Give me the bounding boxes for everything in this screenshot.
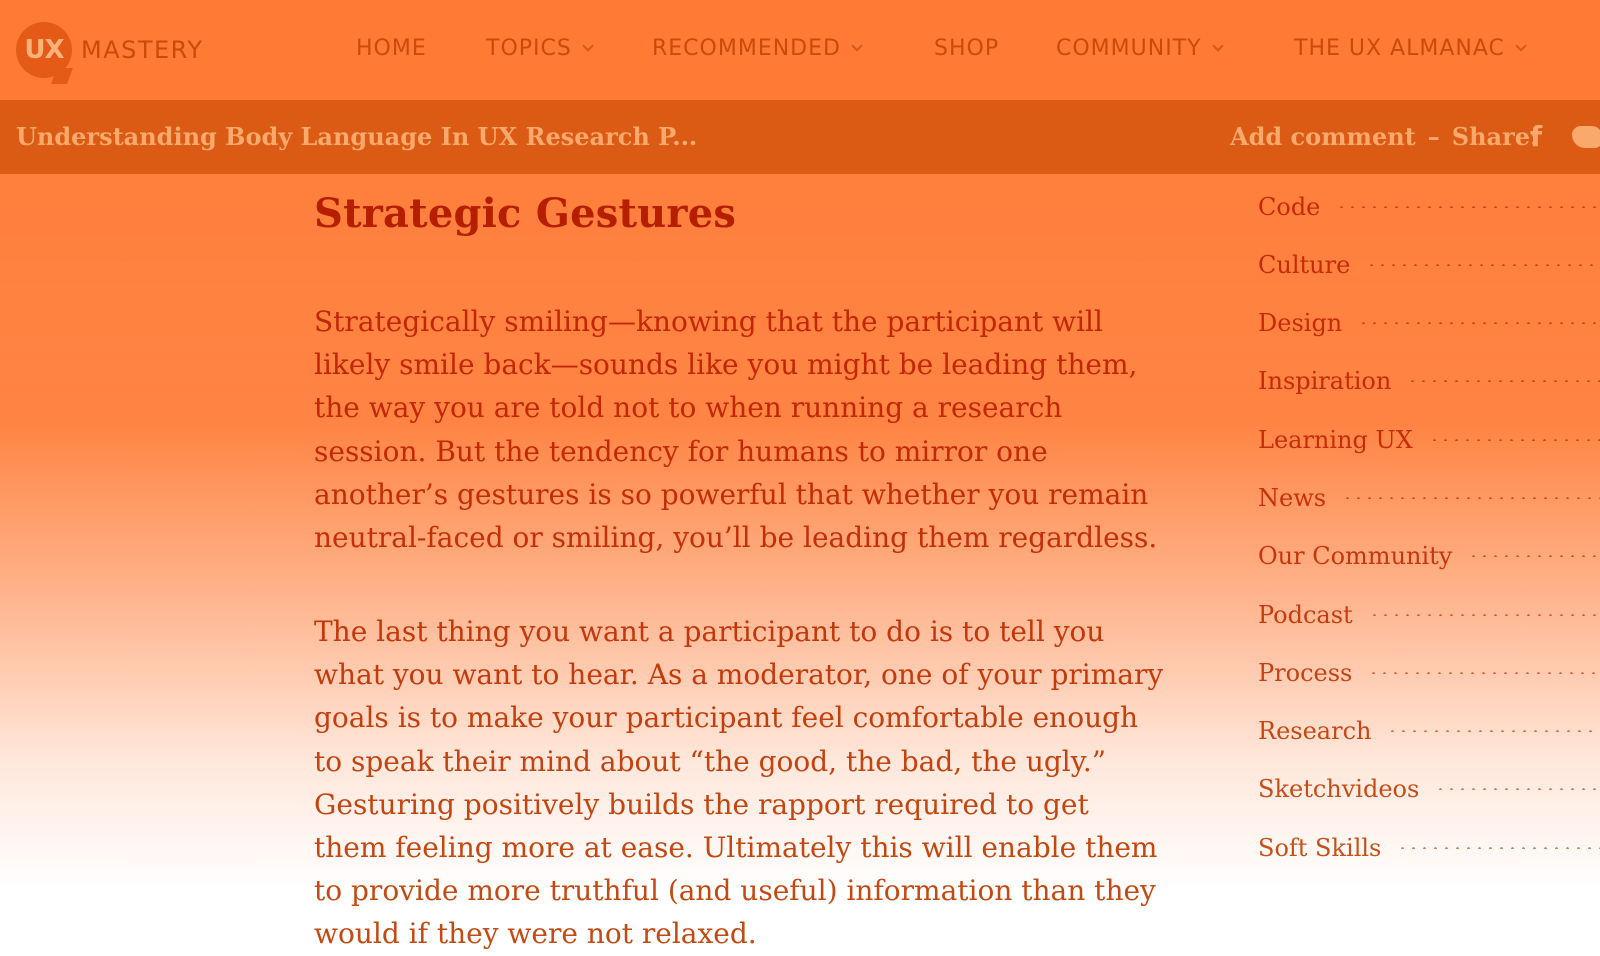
category-label: News [1258, 484, 1327, 512]
dotted-leader [1336, 206, 1600, 208]
share-label: Share: [1451, 122, 1539, 151]
sidebar-category-learning-ux[interactable]: Learning UX [1258, 425, 1600, 455]
category-label: Code [1258, 193, 1321, 221]
category-label: Podcast [1258, 601, 1353, 629]
article-bar-title[interactable]: Understanding Body Language In UX Resear… [16, 122, 697, 151]
category-label: Inspiration [1258, 367, 1392, 395]
category-label: Learning UX [1258, 426, 1413, 454]
nav-item-recommended[interactable]: RECOMMENDED [652, 36, 863, 66]
category-label: Culture [1258, 251, 1351, 279]
sidebar-category-research[interactable]: Research [1258, 716, 1600, 746]
dotted-leader [1368, 614, 1600, 616]
article-content: Strategic Gestures Strategically smiling… [314, 190, 1164, 950]
category-label: Sketchvideos [1258, 775, 1420, 803]
dotted-leader [1368, 672, 1600, 674]
add-comment-link[interactable]: Add comment [1230, 122, 1416, 151]
nav-item-community[interactable]: COMMUNITY [1056, 36, 1224, 66]
dotted-leader [1366, 264, 1600, 266]
sidebar-category-news[interactable]: News [1258, 483, 1600, 513]
category-label: Soft Skills [1258, 834, 1382, 862]
nav-item-home[interactable]: HOME [356, 36, 427, 66]
nav-item-label: TOPICS [486, 36, 572, 61]
dotted-leader [1428, 439, 1600, 441]
category-label: Research [1258, 717, 1372, 745]
dotted-leader [1407, 380, 1600, 382]
separator: – [1427, 122, 1440, 151]
sidebar-category-culture[interactable]: Culture [1258, 250, 1600, 280]
sidebar-category-inspiration[interactable]: Inspiration [1258, 366, 1600, 396]
nav-item-topics[interactable]: TOPICS [486, 36, 594, 66]
logo-badge: UX [16, 22, 72, 78]
dotted-leader [1358, 322, 1600, 324]
site-logo[interactable]: UX MASTERY [16, 20, 203, 80]
chevron-down-icon [1515, 40, 1527, 52]
sidebar-category-podcast[interactable]: Podcast [1258, 600, 1600, 630]
dotted-leader [1397, 847, 1600, 849]
dotted-leader [1435, 788, 1600, 790]
article-paragraph: Strategically smiling—knowing that the p… [314, 305, 1158, 555]
dotted-leader [1342, 497, 1600, 499]
section-heading: Strategic Gestures [314, 190, 737, 237]
chevron-down-icon [851, 40, 863, 52]
category-label: Our Community [1258, 542, 1453, 570]
category-sidebar: Code Culture Design Inspiration Learning… [1210, 174, 1600, 889]
category-label: Process [1258, 659, 1353, 687]
nav-item-shop[interactable]: SHOP [934, 36, 999, 66]
sidebar-category-design[interactable]: Design [1258, 308, 1600, 338]
sidebar-category-sketchvideos[interactable]: Sketchvideos [1258, 774, 1600, 804]
dotted-leader [1387, 730, 1600, 732]
category-label: Design [1258, 309, 1343, 337]
sidebar-category-code[interactable]: Code [1258, 192, 1600, 222]
top-nav-bar: UX MASTERY HOME TOPICS RECOMMENDED SHOP … [0, 0, 1600, 100]
sidebar-category-our-community[interactable]: Our Community [1258, 541, 1600, 571]
dotted-leader [1468, 555, 1600, 557]
logo-text: MASTERY [81, 36, 204, 64]
nav-item-label: RECOMMENDED [652, 36, 841, 61]
article-paragraph: The last thing you want a participant to… [314, 615, 1164, 951]
facebook-icon[interactable]: f [1530, 120, 1542, 153]
chevron-down-icon [582, 40, 594, 52]
article-sticky-bar: Understanding Body Language In UX Resear… [0, 100, 1600, 174]
twitter-icon[interactable] [1572, 126, 1600, 148]
sidebar-category-soft-skills[interactable]: Soft Skills [1258, 833, 1600, 863]
nav-item-label: COMMUNITY [1056, 36, 1202, 61]
article-bar-actions: Add comment – Share: [1230, 122, 1539, 151]
nav-item-label: THE UX ALMANAC [1294, 36, 1505, 61]
sidebar-category-process[interactable]: Process [1258, 658, 1600, 688]
chevron-down-icon [1211, 40, 1224, 52]
nav-item-ux-almanac[interactable]: THE UX ALMANAC [1294, 36, 1527, 66]
page: UX MASTERY HOME TOPICS RECOMMENDED SHOP … [0, 0, 1600, 950]
nav-item-label: SHOP [934, 36, 1000, 61]
nav-item-label: HOME [356, 36, 427, 61]
